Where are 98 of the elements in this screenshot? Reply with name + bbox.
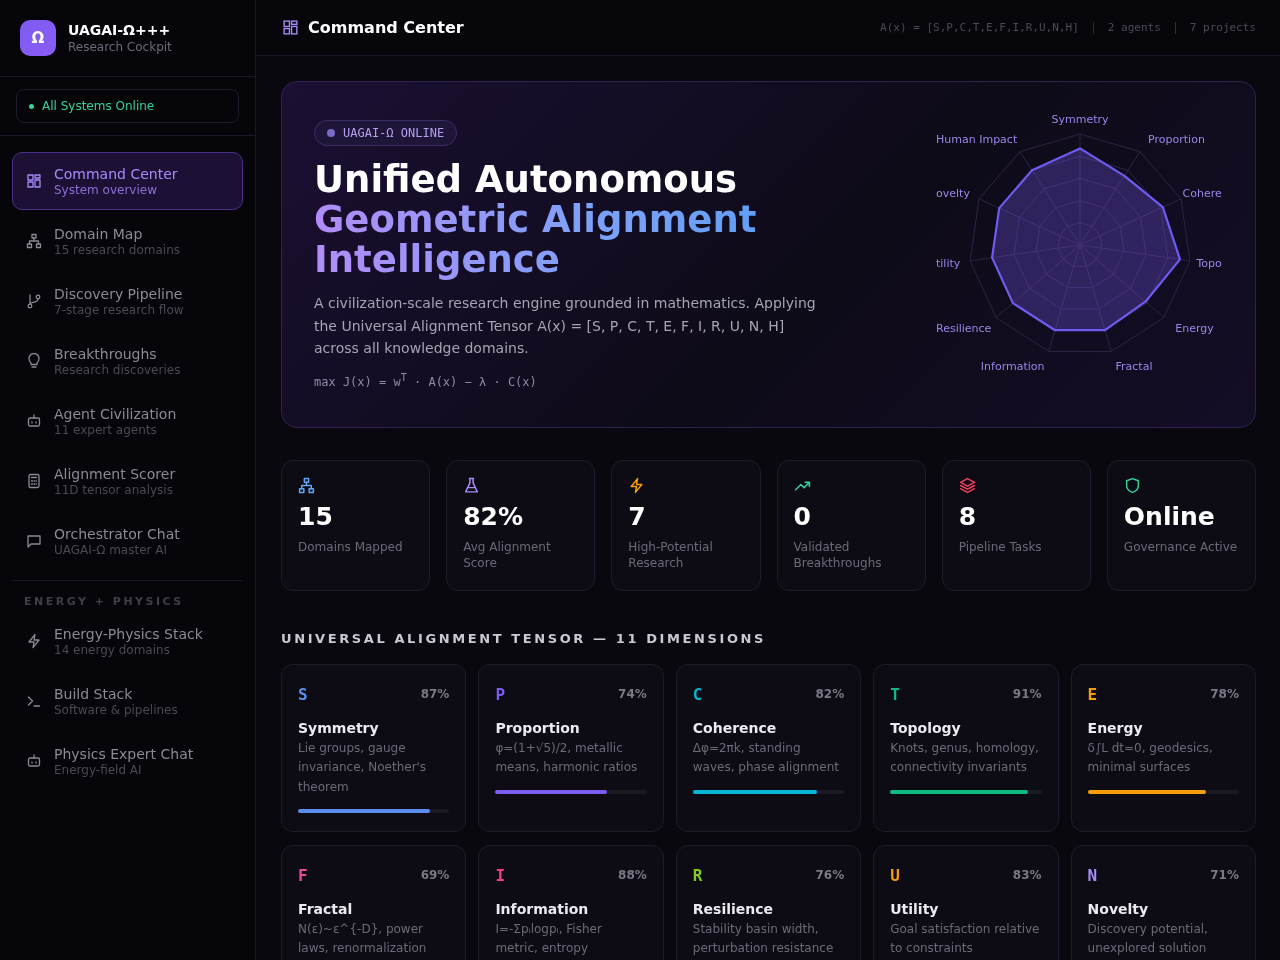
dimension-score: 71%: [1210, 868, 1239, 882]
stat-value: 8: [958, 501, 978, 531]
dimension-letter: R: [692, 865, 703, 885]
dimension-name: Coherence: [692, 719, 778, 736]
radar-label: Topo: [1196, 256, 1222, 270]
status-text: 7 projects: [1189, 21, 1256, 34]
brand-name: UAGAI-Ω+++: [68, 22, 172, 38]
radar-label: Information: [980, 359, 1045, 373]
dimension-score: 91%: [1012, 687, 1042, 701]
stat-label: Validated Breakthroughs: [793, 538, 883, 571]
lightbulb-icon: [26, 353, 42, 369]
stat-value: 0: [793, 501, 812, 531]
dimension-score: 87%: [420, 687, 450, 701]
dimension-letter: I: [495, 865, 506, 885]
dimension-score: 88%: [618, 868, 647, 882]
dimension-letter: E: [1087, 684, 1098, 704]
stat-label: Pipeline Tasks: [958, 538, 1043, 555]
nav-item[interactable]: Breakthroughs Research discoveries: [12, 332, 243, 390]
bolt-icon: [26, 633, 42, 649]
section-heading: ENERGY + PHYSICS: [23, 594, 185, 610]
hero-description: A civilization-scale research engine grounded in mathematics. Applying the Universal Alignment Tensor A(x) = [S, P, C, T, E, F, I, R, U, N, H] across all knowledge domains.: [314, 294, 817, 358]
radar-label: ovelty: [936, 186, 970, 200]
network-icon: [26, 233, 42, 249]
app-logo: Ω: [20, 20, 56, 56]
nav-item[interactable]: Energy-Physics Stack 14 energy domains: [12, 612, 243, 670]
dimension-score: 69%: [420, 868, 450, 882]
section-heading: UNIVERSAL ALIGNMENT TENSOR — 11 DIMENSIONS: [281, 630, 768, 646]
dimension-letter: C: [692, 684, 703, 704]
dimension-letter: S: [298, 684, 308, 704]
dimension-score: 76%: [815, 868, 845, 882]
dimension-letter: N: [1087, 865, 1098, 885]
dimension-description: N(ε)~ε^{-D}, power laws, renormalization: [298, 920, 428, 957]
status-text: A(x) = [S,P,C,T,E,F,I,R,U,N,H]: [880, 21, 1079, 34]
dimension-description: Discovery potential, unexplored solution: [1087, 920, 1209, 957]
dimension-description: Goal satisfaction relative to constraints: [890, 920, 1041, 957]
radar-label: Fractal: [1115, 359, 1153, 373]
dimension-name: Topology: [890, 719, 962, 736]
radar-label: Symmetry: [1051, 113, 1109, 126]
dimension-description: Stability basin width, perturbation resistance: [692, 920, 835, 957]
chat-icon: [26, 533, 42, 549]
radar-label: Energy: [1175, 321, 1214, 335]
stat-value: Online: [1123, 501, 1216, 531]
nav-item[interactable]: Discovery Pipeline 7-stage research flow: [12, 272, 243, 330]
stat-label: Domains Mapped: [298, 538, 404, 555]
dimension-description: δ∫L dt=0, geodesics, minimal surfaces: [1087, 739, 1214, 776]
stat-value: 82%: [463, 501, 524, 531]
dimension-name: Energy: [1087, 719, 1144, 736]
nav-item[interactable]: Orchestrator Chat UAGAI-Ω master AI: [12, 512, 243, 570]
nav-item[interactable]: Physics Expert Chat Energy-field AI: [12, 732, 243, 790]
dimension-name: Novelty: [1087, 900, 1150, 917]
robot-icon: [26, 753, 42, 769]
nav-item[interactable]: Build Stack Software & pipelines: [12, 672, 243, 730]
dimension-name: Utility: [890, 900, 940, 917]
nav-item[interactable]: Domain Map 15 research domains: [12, 212, 243, 270]
radar-label: tility: [936, 256, 961, 270]
online-badge: UAGAI-Ω ONLINE: [314, 120, 458, 146]
radar-label: Human Impact: [936, 133, 1018, 146]
dimension-letter: F: [298, 865, 308, 885]
brand-subtitle: Research Cockpit: [68, 40, 172, 54]
dimension-description: Lie groups, gauge invariance, Noether's theorem: [298, 739, 428, 796]
dimension-description: Knots, genus, homology, connectivity invariants: [890, 739, 1040, 776]
grid-icon: [26, 173, 42, 189]
dimension-name: Information: [495, 900, 590, 917]
dimension-score: 74%: [618, 687, 647, 701]
robot-icon: [26, 413, 42, 429]
stat-label: Avg Alignment Score: [463, 538, 552, 571]
stat-value: 7: [628, 501, 647, 531]
nav-item[interactable]: Alignment Scorer 11D tensor analysis: [12, 452, 243, 510]
dimension-description: Δφ=2πk, standing waves, phase alignment: [692, 739, 840, 776]
dimension-score: 82%: [815, 687, 845, 701]
dimension-description: I=-Σpᵢlogpᵢ, Fisher metric, entropy: [495, 920, 603, 957]
calculator-icon: [26, 473, 42, 489]
grid-icon: [282, 19, 299, 36]
nav-item[interactable]: Agent Civilization 11 expert agents: [12, 392, 243, 450]
stat-value: 15: [298, 501, 334, 531]
dimension-score: 83%: [1012, 868, 1042, 882]
radar-label: Proportion: [1148, 133, 1205, 146]
status-text: 2 agents: [1107, 21, 1161, 34]
stat-label: Governance Active: [1123, 538, 1239, 555]
dimension-name: Symmetry: [298, 719, 380, 736]
dimension-name: Proportion: [495, 719, 581, 736]
dimension-letter: P: [495, 684, 506, 704]
terminal-icon: [26, 693, 42, 709]
dimension-letter: U: [890, 865, 900, 885]
dimension-name: Fractal: [298, 900, 354, 917]
branch-icon: [26, 293, 42, 309]
nav-item[interactable]: Command Center System overview: [12, 152, 243, 210]
radar-label: Cohere: [1182, 186, 1222, 200]
dimension-letter: T: [890, 684, 900, 704]
radar-label: Resilience: [936, 321, 992, 335]
page-title: Command Center: [308, 18, 464, 37]
hero-title: Unified Autonomous: [314, 160, 739, 200]
dimension-name: Resilience: [692, 900, 775, 917]
dimension-description: φ=(1+√5)/2, metallic means, harmonic ratios: [495, 739, 639, 776]
stat-label: High-Potential Research: [628, 538, 714, 571]
dimension-score: 78%: [1210, 687, 1239, 701]
formula: max J(x) = w$^{T}$ · A(x) − λ · C(x): [314, 371, 538, 389]
system-status: All Systems Online: [16, 89, 239, 123]
